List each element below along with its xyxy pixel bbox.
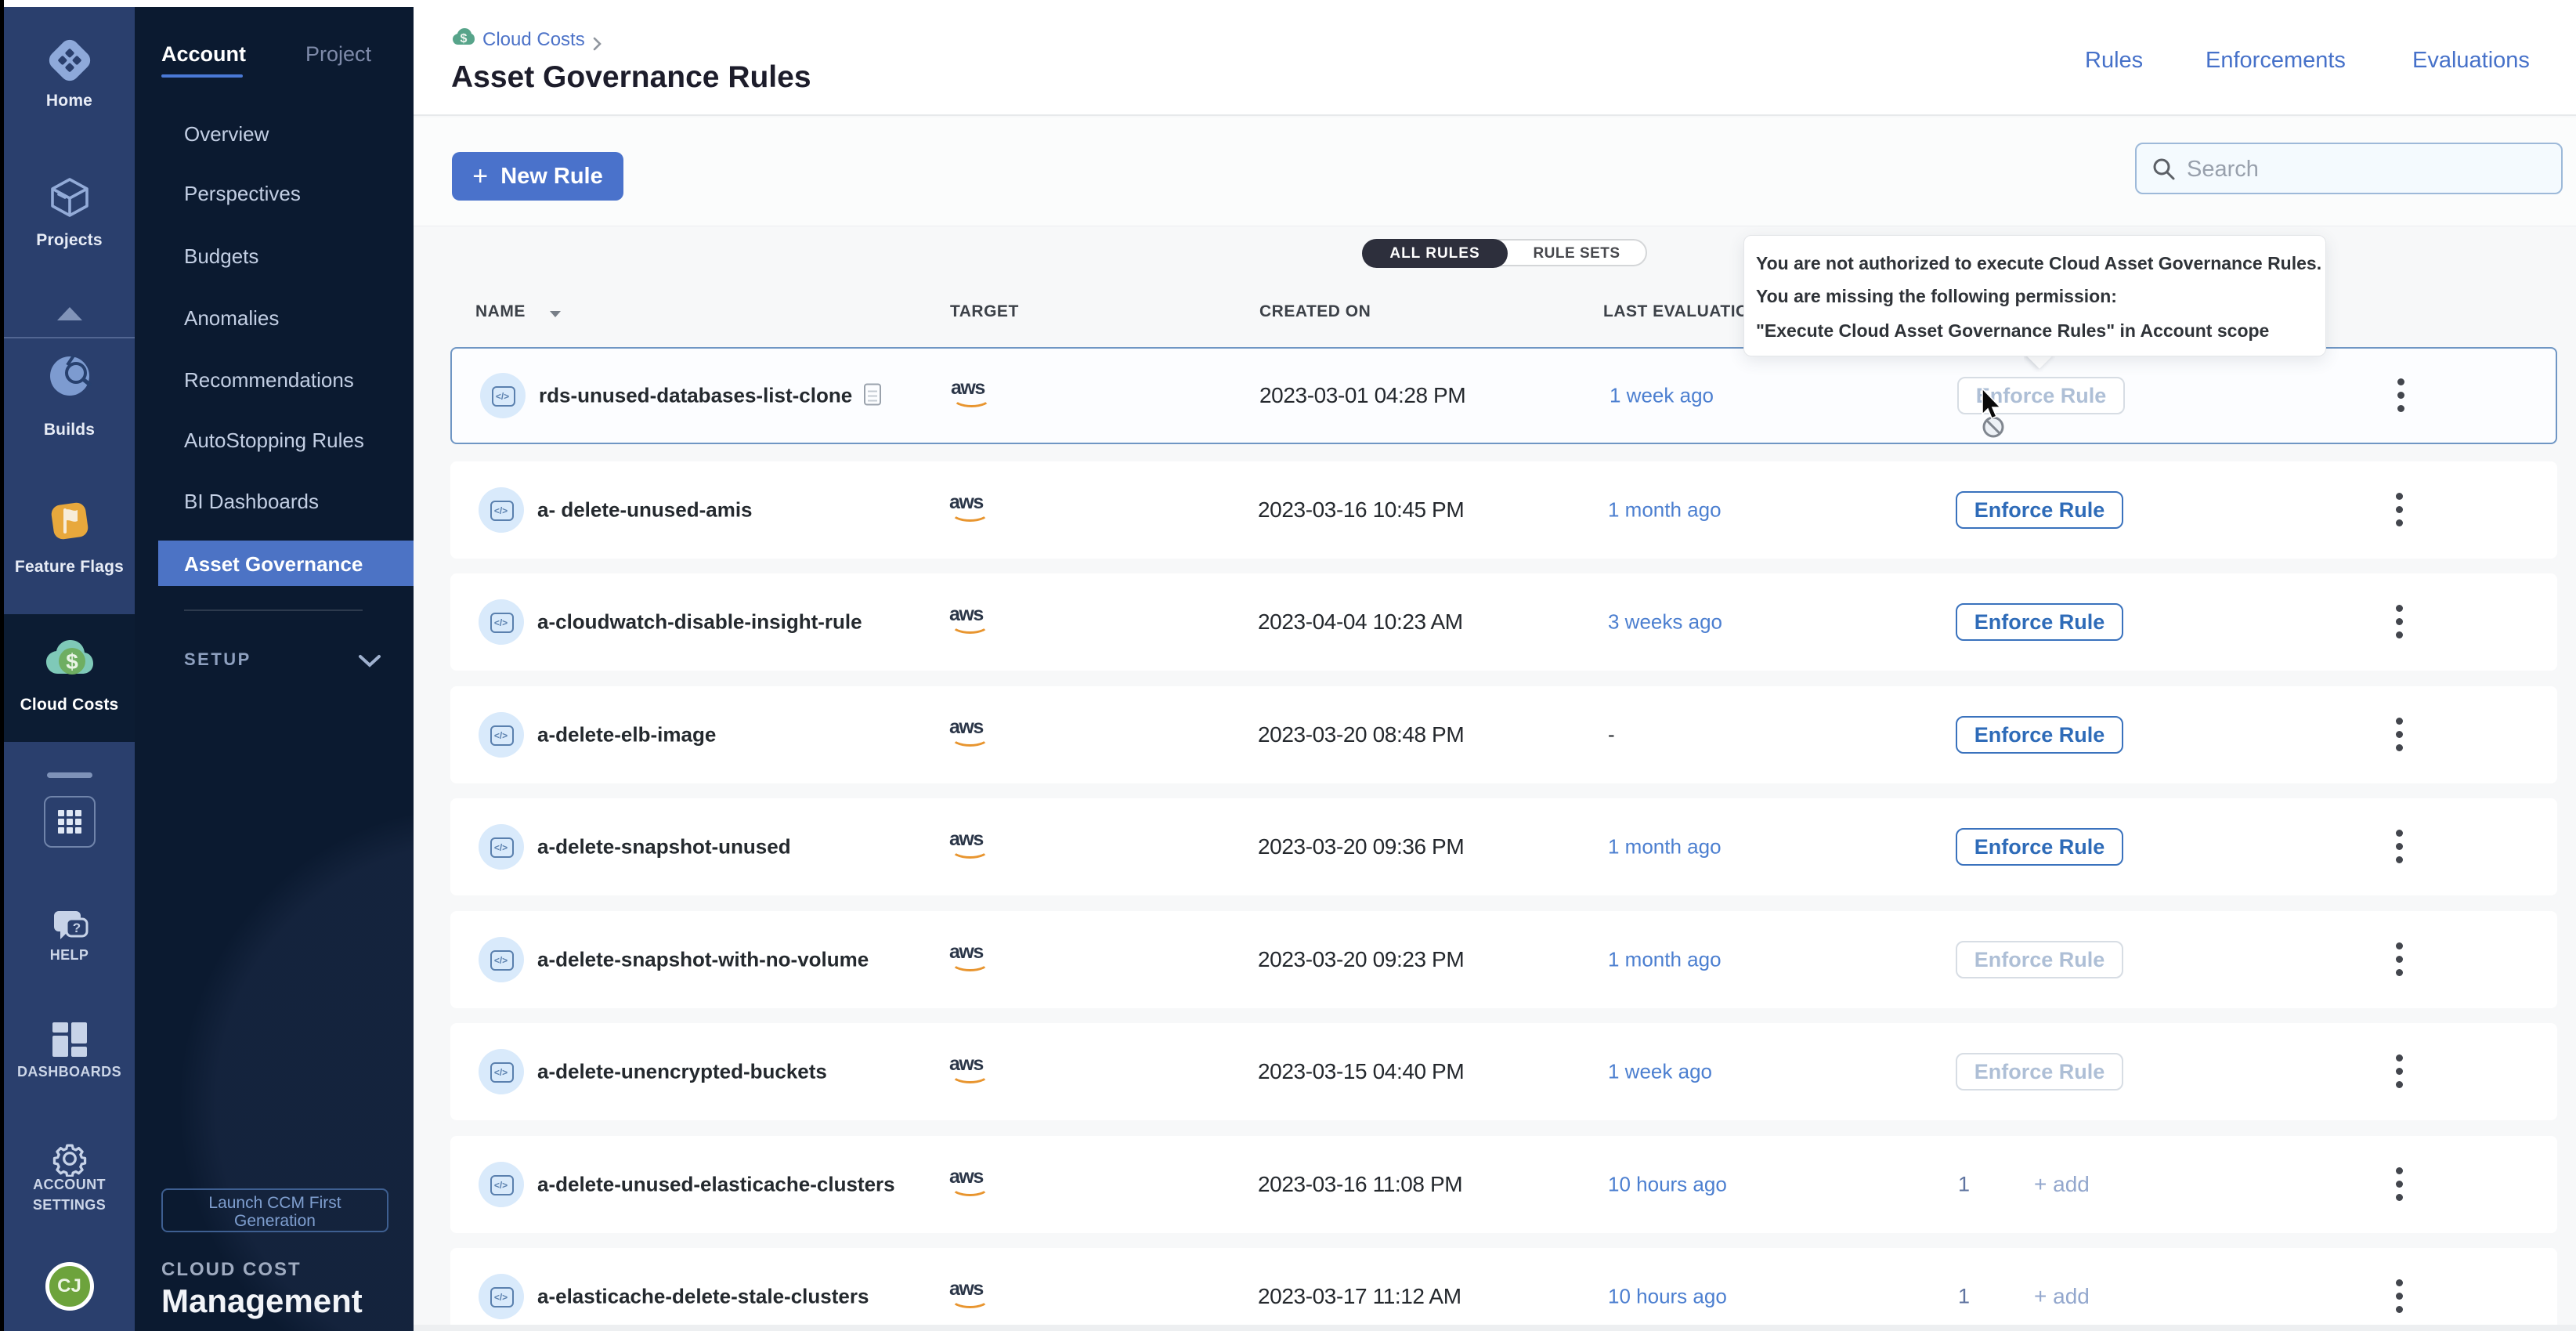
svg-text:?: ? bbox=[72, 920, 80, 935]
svg-text:$: $ bbox=[461, 32, 468, 45]
svg-text:$: $ bbox=[66, 649, 78, 674]
